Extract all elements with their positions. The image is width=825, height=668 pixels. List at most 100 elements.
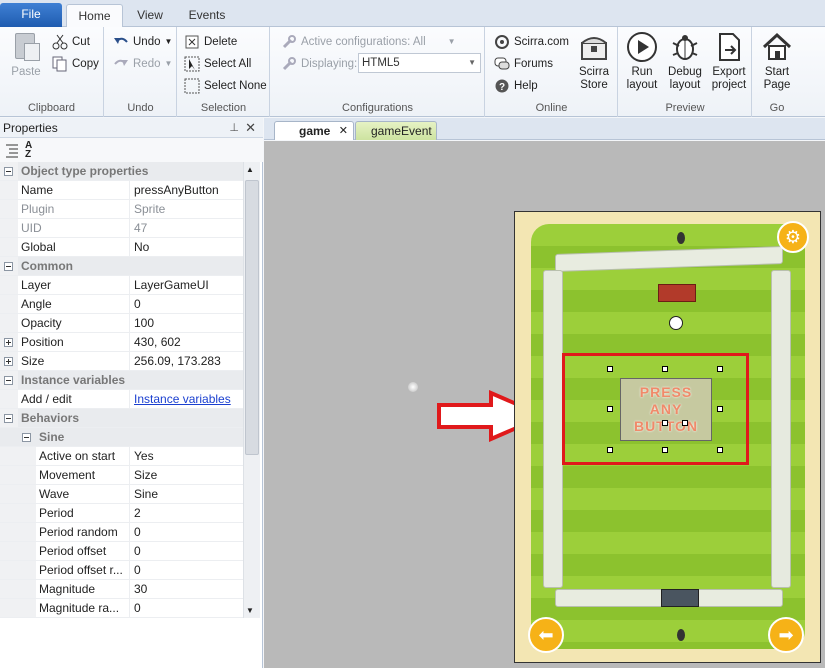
left-arrow-icon[interactable]: ⬅ <box>528 617 564 653</box>
tab-home[interactable]: Home <box>66 4 123 28</box>
displaying-select[interactable]: HTML5 ▼ <box>358 53 481 73</box>
copy-button[interactable]: Copy <box>52 54 99 74</box>
property-value-cell[interactable]: 0 <box>130 561 243 579</box>
top-paddle[interactable] <box>658 284 696 302</box>
property-row[interactable]: Add / edit Instance variables <box>0 390 243 409</box>
alphabetical-sort-icon[interactable]: AZ <box>25 141 32 160</box>
property-row[interactable]: Movement Size <box>0 466 243 485</box>
press-any-button-sprite[interactable]: PRESS ANY BUTTON <box>620 378 712 441</box>
resize-handle-ne[interactable] <box>717 366 723 372</box>
resize-handle-n[interactable] <box>662 366 668 372</box>
resize-handle-s[interactable] <box>662 447 668 453</box>
property-value-cell[interactable]: 2 <box>130 504 243 522</box>
property-row[interactable]: Magnitude 30 <box>0 580 243 599</box>
property-row[interactable]: Magnitude ra... 0 <box>0 599 243 618</box>
forums-button[interactable]: Forums <box>494 54 553 74</box>
right-arrow-icon[interactable]: ➡ <box>768 617 804 653</box>
particle-sprite[interactable] <box>408 382 418 392</box>
scirra-store-button[interactable]: Scirra Store <box>574 31 614 92</box>
debug-layout-button[interactable]: Debug layout <box>664 31 706 92</box>
resize-handle-se[interactable] <box>717 447 723 453</box>
collapse-icon[interactable] <box>22 433 31 442</box>
property-grid-scrollbar[interactable]: ▲ ▼ <box>243 162 260 618</box>
property-row[interactable]: Period 2 <box>0 504 243 523</box>
property-row[interactable]: Period offset 0 <box>0 542 243 561</box>
close-icon[interactable]: ✕ <box>245 118 256 138</box>
collapse-icon[interactable] <box>4 414 13 423</box>
property-value-cell[interactable]: 0 <box>130 542 243 560</box>
scirra-link-button[interactable]: Scirra.com <box>494 32 569 52</box>
property-row[interactable]: Opacity 100 <box>0 314 243 333</box>
property-value-cell[interactable]: 256.09, 173.283 <box>130 352 243 370</box>
origin-handle[interactable] <box>662 420 668 426</box>
bottom-paddle[interactable] <box>661 589 699 607</box>
undo-button[interactable]: Undo ▼ <box>113 32 172 52</box>
paste-button[interactable]: Paste <box>6 31 46 79</box>
close-icon[interactable]: ✕ <box>339 122 348 140</box>
property-value-cell[interactable]: 30 <box>130 580 243 598</box>
property-row[interactable]: Plugin Sprite <box>0 200 243 219</box>
property-value-cell[interactable]: 100 <box>130 314 243 332</box>
delete-button[interactable]: Delete <box>184 32 237 52</box>
property-value-cell[interactable]: Sprite <box>130 200 243 218</box>
property-value-cell[interactable]: 0 <box>130 523 243 541</box>
categorized-sort-icon[interactable] <box>4 142 20 158</box>
tab-view[interactable]: View <box>128 4 172 28</box>
export-project-button[interactable]: Export project <box>707 31 751 92</box>
scroll-down-icon[interactable]: ▼ <box>246 606 254 615</box>
property-row[interactable]: UID 47 <box>0 219 243 238</box>
tab-events[interactable]: Events <box>180 4 234 28</box>
property-row[interactable]: Global No <box>0 238 243 257</box>
property-value-cell[interactable]: pressAnyButton <box>130 181 243 199</box>
select-all-button[interactable]: Select All <box>184 54 251 74</box>
property-category[interactable]: Instance variables <box>0 371 243 390</box>
property-row[interactable]: Period random 0 <box>0 523 243 542</box>
property-value-cell[interactable]: 430, 602 <box>130 333 243 351</box>
collapse-icon[interactable] <box>4 262 13 271</box>
select-none-button[interactable]: Select None <box>184 76 267 96</box>
property-row[interactable]: Wave Sine <box>0 485 243 504</box>
resize-handle-sw[interactable] <box>607 447 613 453</box>
property-value-cell[interactable]: 0 <box>130 295 243 313</box>
active-configurations-dropdown[interactable]: Active configurations: All ▼ <box>281 32 456 52</box>
property-value-cell[interactable]: Sine <box>130 485 243 503</box>
property-value-cell[interactable]: 0 <box>130 599 243 617</box>
resize-handle-w[interactable] <box>607 406 613 412</box>
cut-button[interactable]: Cut <box>52 32 90 52</box>
property-row[interactable]: Layer LayerGameUI <box>0 276 243 295</box>
property-value-cell[interactable]: No <box>130 238 243 256</box>
collapse-icon[interactable] <box>4 167 13 176</box>
property-value-cell[interactable]: Instance variables <box>130 390 243 408</box>
tab-game[interactable]: game ✕ <box>274 121 354 140</box>
image-point-handle[interactable] <box>682 420 688 426</box>
start-page-button[interactable]: Start Page <box>757 31 797 92</box>
ball[interactable] <box>669 316 683 330</box>
scrollbar-thumb[interactable] <box>245 180 259 455</box>
expand-icon[interactable] <box>4 338 13 347</box>
resize-handle-e[interactable] <box>717 406 723 412</box>
redo-button[interactable]: Redo ▼ <box>113 54 172 74</box>
property-value-cell[interactable]: Size <box>130 466 243 484</box>
property-category[interactable]: Object type properties <box>0 162 243 181</box>
property-row[interactable]: Period offset r... 0 <box>0 561 243 580</box>
property-value-cell[interactable]: Yes <box>130 447 243 465</box>
instance-variables-link[interactable]: Instance variables <box>134 392 231 406</box>
property-category[interactable]: Common <box>0 257 243 276</box>
property-row[interactable]: Position 430, 602 <box>0 333 243 352</box>
tab-game-event[interactable]: gameEvent <box>355 121 437 140</box>
run-layout-button[interactable]: Run layout <box>621 31 663 92</box>
resize-handle-nw[interactable] <box>607 366 613 372</box>
property-row[interactable]: Name pressAnyButton <box>0 181 243 200</box>
tab-file[interactable]: File <box>0 3 62 27</box>
expand-icon[interactable] <box>4 357 13 366</box>
collapse-icon[interactable] <box>4 376 13 385</box>
property-category[interactable]: Behaviors <box>0 409 243 428</box>
scroll-up-icon[interactable]: ▲ <box>246 165 254 174</box>
settings-gear-icon[interactable]: ⚙ <box>777 221 809 253</box>
property-row[interactable]: Angle 0 <box>0 295 243 314</box>
help-button[interactable]: ? Help <box>494 76 538 96</box>
property-value-cell[interactable]: 47 <box>130 219 243 237</box>
property-row[interactable]: Active on start Yes <box>0 447 243 466</box>
property-category[interactable]: Sine <box>0 428 243 447</box>
pin-icon[interactable]: ⊥ <box>229 118 239 138</box>
